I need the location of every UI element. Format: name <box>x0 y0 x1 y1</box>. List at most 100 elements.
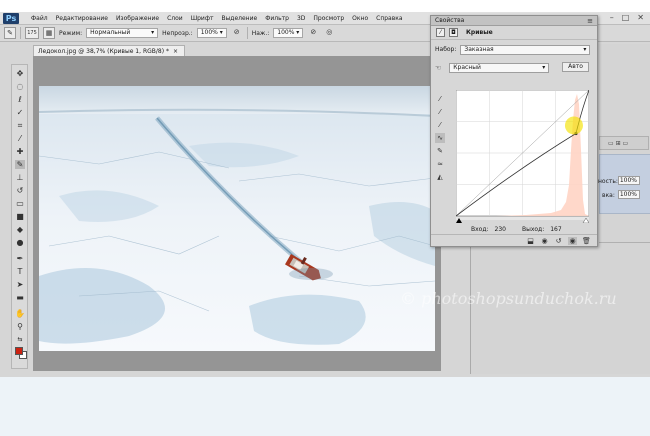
brush-panel-icon[interactable]: ▦ <box>43 27 55 39</box>
airbrush-icon[interactable]: ⊘ <box>307 27 319 39</box>
type-icon[interactable]: T <box>15 267 25 276</box>
layer-fill-input[interactable]: 100% <box>618 190 640 199</box>
menu-edit[interactable]: Редактирование <box>56 15 108 22</box>
shape-icon[interactable]: ▬ <box>15 293 25 302</box>
layer-panel-icons[interactable]: ▭ ⊞ ▭ <box>608 140 628 147</box>
page-background-band <box>0 377 650 436</box>
menu-help[interactable]: Справка <box>376 15 402 22</box>
pressure-size-icon[interactable]: ◎ <box>323 27 335 39</box>
chevron-down-icon: ▾ <box>583 46 587 53</box>
clipping-warning-icon[interactable]: ◭ <box>435 172 445 182</box>
brush-size-picker[interactable]: 175 <box>25 27 39 39</box>
spot-heal-icon[interactable]: ✚ <box>15 147 25 156</box>
mode-value: Нормальный <box>90 29 131 36</box>
menu-window[interactable]: Окно <box>352 15 368 22</box>
input-value[interactable]: 230 <box>495 226 506 233</box>
chevron-down-icon: ▾ <box>296 29 300 36</box>
reset-icon[interactable]: ↺ <box>554 237 563 245</box>
photoshop-window: Ps Файл Редактирование Изображение Слои … <box>0 12 650 377</box>
mode-label: Режим: <box>59 29 83 37</box>
maximize-icon[interactable]: □ <box>622 13 630 22</box>
minimize-icon[interactable]: – <box>610 13 614 22</box>
panel-menu-icon[interactable]: ≡ <box>587 17 593 25</box>
gray-point-eyedropper-icon[interactable]: ⁄ <box>435 107 445 117</box>
document-tab[interactable]: Ледокол.jpg @ 38,7% (Кривые 1, RGB/8) * … <box>33 45 185 56</box>
smooth-curve-icon[interactable]: ≈ <box>435 159 445 169</box>
properties-titlebar[interactable]: Свойства ≡ <box>431 16 597 26</box>
opacity-label: Непрозр.: <box>162 29 193 37</box>
path-select-icon[interactable]: ➤ <box>15 280 25 289</box>
foreground-color-swatch[interactable] <box>15 347 23 355</box>
divider <box>20 27 21 39</box>
curves-adjustment-icon[interactable]: ⁄ <box>436 28 445 37</box>
close-icon[interactable]: ✕ <box>637 13 644 22</box>
layer-opacity-input[interactable]: 100% <box>618 176 640 185</box>
curves-graph[interactable] <box>456 90 589 223</box>
mask-icon[interactable]: ◘ <box>449 28 458 37</box>
blur-icon[interactable]: ◆ <box>15 225 25 234</box>
close-tab-icon[interactable]: × <box>173 48 178 55</box>
properties-title: Свойства <box>435 17 465 24</box>
quick-select-icon[interactable]: ✓ <box>15 108 25 117</box>
brush-preset-icon[interactable]: ✎ <box>4 27 16 39</box>
zoom-icon[interactable]: ⚲ <box>15 322 25 331</box>
menu-file[interactable]: Файл <box>31 15 48 22</box>
properties-header: ⁄ ◘ Кривые <box>431 26 597 40</box>
flow-label: Наж.: <box>251 29 270 37</box>
clip-to-layer-icon[interactable]: ⬓ <box>526 237 535 245</box>
menu-type[interactable]: Шрифт <box>191 15 214 22</box>
eraser-icon[interactable]: ▭ <box>15 199 25 208</box>
input-output-row: Вход: 230 Выход: 167 <box>471 226 562 233</box>
mode-select[interactable]: Нормальный ▾ <box>86 28 159 38</box>
view-previous-icon[interactable]: ◉ <box>540 237 549 245</box>
curve-tools: ⁄ ⁄ ⁄ ∿ ✎ ≈ ◭ <box>435 94 447 185</box>
move-icon[interactable]: ✥ <box>15 69 25 78</box>
auto-button[interactable]: Авто <box>562 62 589 72</box>
channel-select[interactable]: Красный ▾ <box>449 62 550 73</box>
preset-row: Набор: Заказная ▾ <box>435 44 591 55</box>
cursor-highlight <box>564 116 583 135</box>
crop-icon[interactable]: ⌗ <box>15 121 25 130</box>
menu-view[interactable]: Просмотр <box>313 15 344 22</box>
icebreaker-photo <box>39 86 435 351</box>
menu-select[interactable]: Выделение <box>221 15 257 22</box>
lasso-icon[interactable]: ℓ <box>15 95 25 104</box>
hand-icon[interactable]: ✋ <box>15 309 25 318</box>
watermark: © photoshopsunduchok.ru <box>400 289 617 308</box>
channel-value: Красный <box>453 64 481 71</box>
chevron-down-icon: ▾ <box>219 29 223 36</box>
output-label: Выход: <box>521 226 545 233</box>
dodge-icon[interactable]: ● <box>15 238 25 247</box>
visibility-eye-icon[interactable]: ◉ <box>568 236 577 245</box>
document-canvas[interactable] <box>33 56 441 371</box>
menu-3d[interactable]: 3D <box>297 15 305 22</box>
chevron-down-icon: ▾ <box>542 64 546 71</box>
menu-filter[interactable]: Фильтр <box>265 15 289 22</box>
history-brush-icon[interactable]: ↺ <box>15 186 25 195</box>
pen-icon[interactable]: ✒ <box>15 254 25 263</box>
divider <box>246 27 248 39</box>
opacity-input[interactable]: 100% ▾ <box>196 28 227 38</box>
flow-value: 100% <box>277 29 295 36</box>
preset-select[interactable]: Заказная ▾ <box>460 44 591 55</box>
trash-icon[interactable]: 🗑 <box>582 237 591 245</box>
pressure-opacity-icon[interactable]: ⊘ <box>231 27 243 39</box>
marquee-icon[interactable]: ◌ <box>15 82 25 91</box>
layer-opacity-label: ность: <box>598 178 618 185</box>
menu-image[interactable]: Изображение <box>116 15 159 22</box>
output-value[interactable]: 167 <box>550 226 561 233</box>
curve-point-tool-icon[interactable]: ∿ <box>435 133 445 143</box>
swap-colors-icon[interactable]: ⇆ <box>15 335 25 344</box>
gradient-icon[interactable]: ■ <box>15 212 25 221</box>
eyedropper-icon[interactable]: ⁄ <box>15 134 25 143</box>
pencil-curve-icon[interactable]: ✎ <box>435 146 445 156</box>
black-point-eyedropper-icon[interactable]: ⁄ <box>435 94 445 104</box>
white-point-eyedropper-icon[interactable]: ⁄ <box>435 120 445 130</box>
preset-label: Набор: <box>435 46 457 53</box>
flow-input[interactable]: 100% ▾ <box>273 28 304 38</box>
brush-icon[interactable]: ✎ <box>15 160 25 169</box>
menu-layers[interactable]: Слои <box>167 15 183 22</box>
stamp-icon[interactable]: ⊥ <box>15 173 25 182</box>
target-adjust-icon[interactable]: ☜ <box>435 64 441 72</box>
opacity-value: 100% <box>200 29 218 36</box>
